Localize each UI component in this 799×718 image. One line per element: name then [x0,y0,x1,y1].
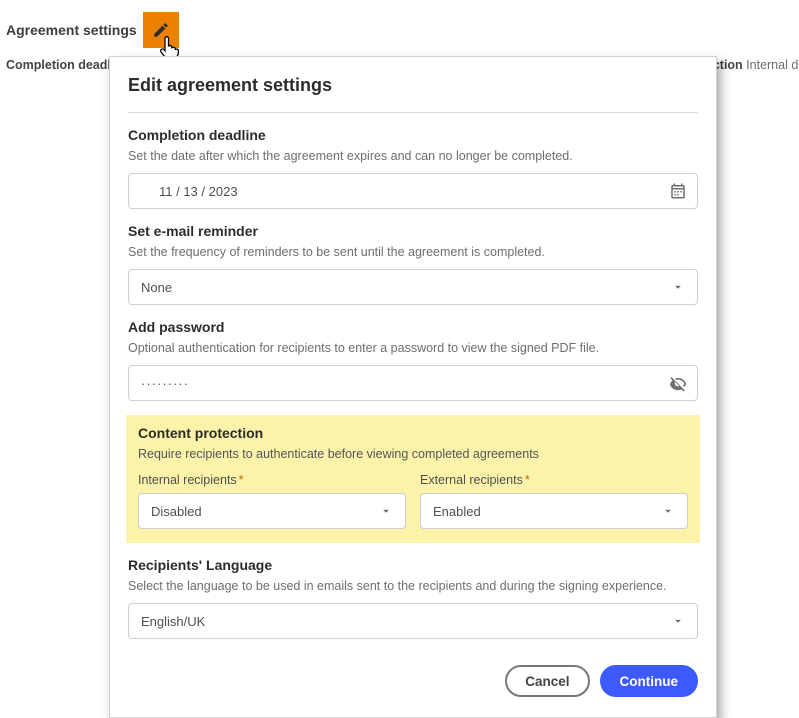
language-value: English/UK [141,614,205,629]
password-field[interactable]: ········· [128,365,698,401]
reminder-select[interactable]: None [128,269,698,305]
reminder-desc: Set the frequency of reminders to be sen… [128,245,698,259]
language-desc: Select the language to be used in emails… [128,579,698,593]
edit-agreement-settings-dialog: Edit agreement settings Completion deadl… [109,56,717,718]
completion-deadline-value: 11 / 13 / 2023 [159,184,238,199]
password-desc: Optional authentication for recipients t… [128,341,698,355]
edit-agreement-settings-button[interactable] [143,12,179,48]
continue-button[interactable]: Continue [600,665,699,697]
password-value: ········· [141,376,189,391]
calendar-icon[interactable] [667,180,689,202]
content-protection-desc: Require recipients to authenticate befor… [138,447,688,461]
internal-recipients-select[interactable]: Disabled [138,493,406,529]
visibility-off-icon[interactable] [667,372,689,394]
chevron-down-icon [667,276,689,298]
chevron-down-icon [375,500,397,522]
content-protection-section: Content protection Require recipients to… [126,415,700,543]
password-title: Add password [128,319,698,335]
chevron-down-icon [657,500,679,522]
external-recipients-value: Enabled [433,504,481,519]
internal-recipients-value: Disabled [151,504,202,519]
language-title: Recipients' Language [128,557,698,573]
completion-deadline-desc: Set the date after which the agreement e… [128,149,698,163]
chevron-down-icon [667,610,689,632]
reminder-title: Set e-mail reminder [128,223,698,239]
page-title: Agreement settings [6,22,137,38]
dialog-title: Edit agreement settings [128,75,698,96]
reminder-value: None [141,280,172,295]
summary-content-value: Internal disabled & External enabled [746,58,799,72]
cancel-button[interactable]: Cancel [505,665,589,697]
external-recipients-label: External recipients* [420,473,688,487]
language-select[interactable]: English/UK [128,603,698,639]
completion-deadline-field[interactable]: 11 / 13 / 2023 [128,173,698,209]
divider [128,112,698,113]
completion-deadline-title: Completion deadline [128,127,698,143]
external-recipients-select[interactable]: Enabled [420,493,688,529]
internal-recipients-label: Internal recipients* [138,473,406,487]
content-protection-title: Content protection [138,425,688,441]
